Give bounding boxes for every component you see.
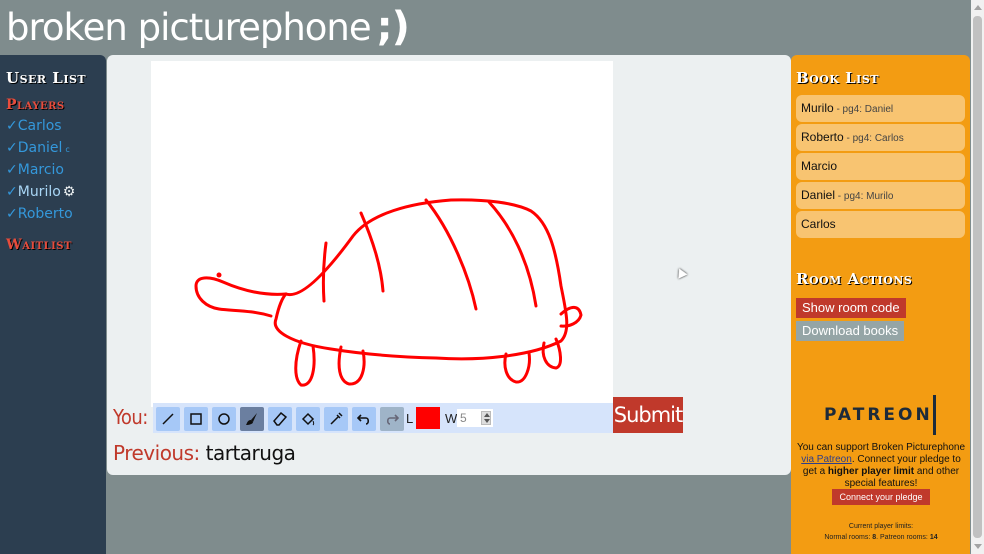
player-name: Roberto bbox=[17, 206, 73, 222]
patreon-bar bbox=[933, 395, 936, 435]
ready-check-icon: ✓ bbox=[6, 140, 18, 156]
player-item: ✓Roberto bbox=[6, 203, 100, 225]
player-item-current: ✓Murilo ⚙ bbox=[6, 181, 100, 203]
patreon-link[interactable]: via Patreon bbox=[801, 454, 852, 465]
scroll-down-icon[interactable] bbox=[974, 544, 982, 549]
eyedropper-icon[interactable] bbox=[324, 407, 348, 431]
user-list-title: User List bbox=[6, 69, 87, 87]
book-list-title: Book List bbox=[796, 69, 879, 87]
limits-values: Normal rooms: 8. Patreon rooms: 14 bbox=[795, 532, 967, 543]
book-owner: Carlos bbox=[801, 217, 836, 231]
scroll-up-icon[interactable] bbox=[974, 5, 982, 10]
undo-icon[interactable] bbox=[352, 407, 376, 431]
limits-title: Current player limits: bbox=[848, 523, 914, 530]
download-books-button[interactable]: Download books bbox=[796, 321, 905, 341]
app-logo: broken picturephone;) bbox=[6, 4, 410, 50]
book-owner: Murilo bbox=[801, 101, 834, 115]
book-item[interactable]: Marcio bbox=[796, 153, 965, 180]
patreon-rooms-value: 14 bbox=[929, 534, 938, 541]
logo-smile: ;) bbox=[376, 4, 410, 50]
redo-icon[interactable] bbox=[380, 407, 404, 431]
page-scrollbar[interactable] bbox=[971, 0, 984, 554]
drawing-canvas[interactable]: null bbox=[151, 61, 613, 407]
brush-width-input[interactable]: 5 bbox=[457, 409, 493, 427]
brush-tool-icon[interactable] bbox=[240, 407, 264, 431]
player-name: Carlos bbox=[17, 118, 62, 134]
previous-value: tartaruga bbox=[205, 441, 296, 465]
previous-label: Previous: bbox=[113, 441, 200, 465]
patreon-support-text: You can support Broken Picturephone via … bbox=[795, 442, 967, 490]
room-actions: Room Actions Show room code Download boo… bbox=[796, 270, 965, 341]
waitlist-title: Waitlist bbox=[6, 237, 72, 253]
submit-button[interactable]: Submit bbox=[613, 397, 683, 433]
player-badge: c bbox=[65, 145, 70, 154]
room-actions-title: Room Actions bbox=[796, 270, 913, 288]
eraser-tool-icon[interactable] bbox=[268, 407, 292, 431]
book-progress: - pg4: Carlos bbox=[843, 133, 904, 144]
brush-width-value: 5 bbox=[460, 411, 467, 425]
drawing-tools: L W 5 bbox=[153, 403, 613, 433]
connect-pledge-button[interactable]: Connect your pledge bbox=[832, 489, 930, 505]
player-item: ✓Marcio bbox=[6, 159, 100, 181]
scrollbar-thumb[interactable] bbox=[973, 16, 982, 538]
book-item[interactable]: Roberto - pg4: Carlos bbox=[796, 124, 965, 151]
ready-check-icon: ✓ bbox=[6, 162, 18, 178]
book-progress: - pg4: Murilo bbox=[835, 191, 894, 202]
book-list-panel: Book List Murilo - pg4: Daniel Roberto -… bbox=[791, 55, 970, 554]
patreon-rooms-label: . Patreon rooms: bbox=[876, 534, 930, 541]
ready-check-icon: ✓ bbox=[6, 118, 18, 134]
book-owner: Roberto bbox=[801, 130, 844, 144]
user-list-sidebar: User List Players ✓Carlos ✓Daniel c ✓Marc… bbox=[0, 55, 106, 554]
patreon-logo[interactable]: PATREON bbox=[824, 395, 939, 435]
player-name: Murilo bbox=[17, 184, 61, 200]
player-item: ✓Carlos bbox=[6, 115, 100, 137]
width-spinner[interactable] bbox=[481, 411, 491, 425]
color-label: L bbox=[406, 411, 414, 426]
player-item: ✓Daniel c bbox=[6, 137, 100, 159]
width-label: W bbox=[445, 411, 458, 426]
book-owner: Daniel bbox=[801, 188, 836, 202]
players-title: Players bbox=[6, 97, 65, 113]
turtle-drawing bbox=[194, 198, 583, 387]
ready-check-icon: ✓ bbox=[6, 184, 18, 200]
support-text-1: You can support Broken Picturephone bbox=[796, 442, 966, 453]
patreon-wordmark: PATREON bbox=[824, 405, 933, 425]
show-room-code-button[interactable]: Show room code bbox=[796, 298, 906, 318]
fill-bucket-icon[interactable] bbox=[296, 407, 320, 431]
color-picker[interactable] bbox=[416, 407, 440, 429]
game-panel: null You: bbox=[107, 55, 791, 475]
book-item[interactable]: Carlos bbox=[796, 211, 965, 238]
player-list: ✓Carlos ✓Daniel c ✓Marcio ✓Murilo ⚙ ✓Rober… bbox=[6, 115, 100, 225]
turtle-eye bbox=[216, 272, 222, 278]
book-list: Murilo - pg4: Daniel Roberto - pg4: Carl… bbox=[796, 95, 965, 238]
drawing-toolbar-row: You: L W 5 Submit bbox=[111, 397, 685, 439]
line-tool-icon[interactable] bbox=[156, 407, 180, 431]
book-progress: - pg4: Daniel bbox=[833, 104, 894, 115]
logo-text: broken picturephone bbox=[6, 6, 372, 49]
circle-tool-icon[interactable] bbox=[212, 407, 236, 431]
ready-check-icon: ✓ bbox=[6, 206, 18, 222]
player-name: Marcio bbox=[17, 162, 64, 178]
previous-prompt: Previous: tartaruga bbox=[113, 441, 296, 465]
player-name: Daniel bbox=[17, 140, 63, 156]
you-label: You: bbox=[113, 405, 148, 429]
book-item[interactable]: Murilo - pg4: Daniel bbox=[796, 95, 965, 122]
book-owner: Marcio bbox=[801, 159, 838, 173]
book-item[interactable]: Daniel - pg4: Murilo bbox=[796, 182, 965, 209]
gear-icon[interactable]: ⚙ bbox=[63, 184, 76, 200]
support-text-bold: higher player limit bbox=[827, 466, 915, 477]
normal-rooms-label: Normal rooms: bbox=[824, 534, 873, 541]
player-limits: Current player limits: Normal rooms: 8. … bbox=[795, 521, 967, 543]
rectangle-tool-icon[interactable] bbox=[184, 407, 208, 431]
